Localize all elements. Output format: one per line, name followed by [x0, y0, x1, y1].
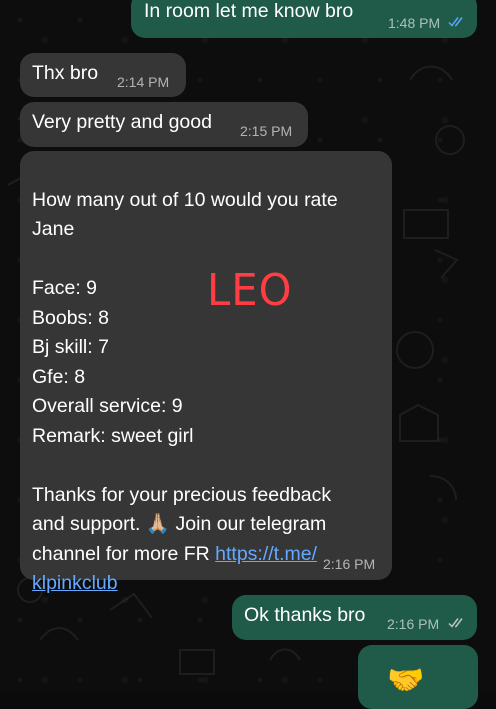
message-bubble-outgoing[interactable]: Ok thanks bro 2:16 PM	[232, 595, 477, 640]
message-bubble-incoming[interactable]: Very pretty and good 2:15 PM	[20, 102, 308, 147]
message-body: How many out of 10 would you rate Jane F…	[32, 188, 338, 565]
message-timestamp: 2:15 PM	[240, 123, 293, 139]
message-bubble-outgoing[interactable]: In room let me know bro 1:48 PM	[131, 0, 477, 38]
message-bubble-incoming[interactable]: How many out of 10 would you rate Jane F…	[20, 151, 392, 594]
message-timestamp: 2:14 PM	[117, 74, 170, 90]
message-text: Ok thanks bro	[244, 604, 366, 626]
message-timestamp: 2:16 PM	[387, 616, 440, 632]
message-text: Thx bro	[32, 62, 99, 84]
message-text: In room let me know bro	[144, 0, 354, 22]
message-bubble-incoming[interactable]: Thx bro 2:14 PM	[20, 53, 186, 97]
message-text: Very pretty and good	[32, 111, 212, 133]
double-check-icon	[448, 17, 463, 27]
handwritten-overlay: LEO	[207, 265, 293, 316]
message-timestamp: 2:16 PM	[323, 556, 376, 572]
double-check-icon	[448, 618, 463, 628]
message-text: How many out of 10 would you rate Jane F…	[32, 156, 382, 599]
handshake-emoji: 🤝	[387, 664, 425, 697]
message-timestamp: 1:48 PM	[388, 15, 441, 31]
